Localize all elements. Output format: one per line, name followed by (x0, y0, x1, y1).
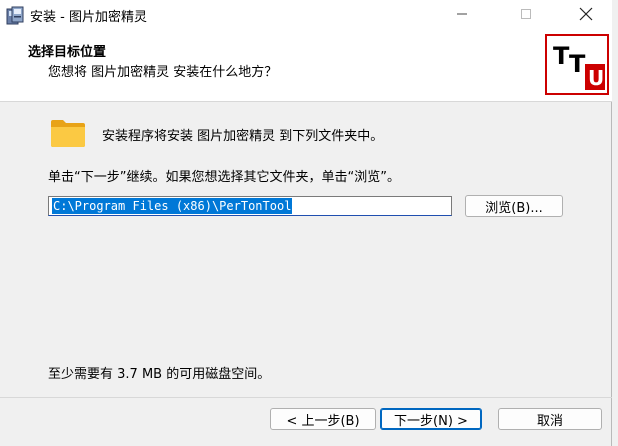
installer-app-icon (6, 6, 24, 26)
wizard-header: 选择目标位置 您想将 图片加密精灵 安装在什么地方？ T T U (0, 31, 612, 102)
installer-window: 安装 - 图片加密精灵 选择目标位置 您想将 图片加密精灵 安装在什么地方？ T… (0, 0, 612, 446)
page-title: 选择目标位置 (28, 45, 107, 60)
minimize-icon (456, 8, 468, 24)
close-button[interactable] (562, 0, 610, 31)
ttu-logo: T T U (545, 34, 609, 95)
destination-label: 安装程序将安装 图片加密精灵 到下列文件夹中。 (102, 129, 384, 144)
folder-icon (50, 118, 86, 148)
browse-button[interactable]: 浏览(B)... (465, 195, 563, 217)
disk-space-info: 至少需要有 3.7 MB 的可用磁盘空间。 (48, 367, 271, 382)
back-button[interactable]: < 上一步(B) (270, 408, 376, 430)
maximize-icon (520, 8, 532, 24)
window-title: 安装 - 图片加密精灵 (30, 10, 147, 25)
svg-text:T: T (553, 42, 570, 70)
svg-text:T: T (569, 50, 586, 78)
instruction-text: 单击“下一步”继续。如果您想选择其它文件夹，单击“浏览”。 (48, 170, 400, 185)
minimize-button[interactable] (438, 0, 486, 31)
close-icon (579, 7, 593, 25)
footer-divider (0, 397, 612, 398)
install-path-input[interactable]: C:\Program Files (x86)\PerTonTool (48, 196, 452, 216)
next-button[interactable]: 下一步(N) > (380, 408, 482, 430)
install-path-value: C:\Program Files (x86)\PerTonTool (52, 198, 293, 214)
svg-text:U: U (588, 66, 604, 90)
page-subtitle: 您想将 图片加密精灵 安装在什么地方？ (48, 65, 278, 80)
cancel-button[interactable]: 取消 (498, 408, 602, 430)
title-bar[interactable]: 安装 - 图片加密精灵 (0, 0, 612, 31)
maximize-button[interactable] (502, 0, 550, 31)
